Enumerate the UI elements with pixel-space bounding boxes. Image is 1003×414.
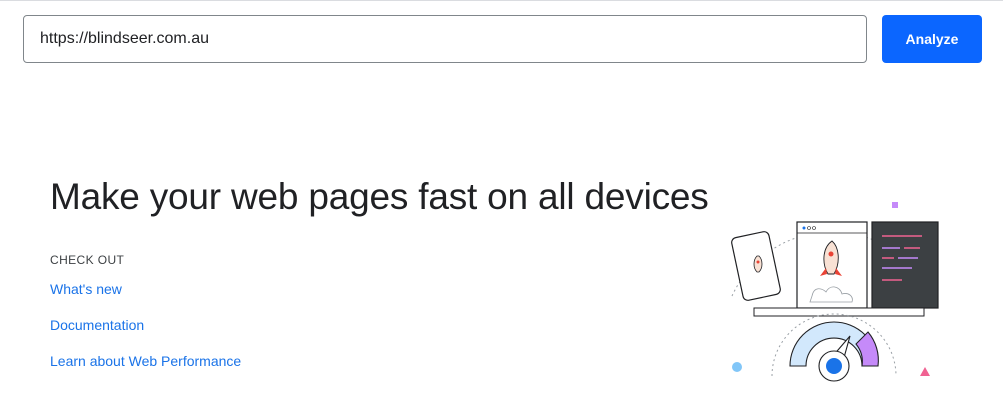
devices-speed-illustration [731, 202, 939, 382]
whats-new-link[interactable]: What's new [50, 281, 122, 297]
decor-triangle [920, 367, 930, 376]
decor-dot [732, 362, 742, 372]
browser-window-icon [796, 221, 868, 309]
check-out-label: CHECK OUT [50, 253, 125, 267]
url-input[interactable] [23, 15, 867, 63]
gauge-icon [771, 313, 897, 382]
decor-square [892, 202, 898, 208]
phone-icon [731, 231, 781, 301]
documentation-link[interactable]: Documentation [50, 317, 144, 333]
learn-web-performance-link[interactable]: Learn about Web Performance [50, 353, 241, 369]
top-divider [0, 0, 1003, 1]
code-editor-icon [871, 221, 939, 309]
analyze-button[interactable]: Analyze [882, 15, 982, 63]
page-title: Make your web pages fast on all devices [50, 176, 709, 217]
